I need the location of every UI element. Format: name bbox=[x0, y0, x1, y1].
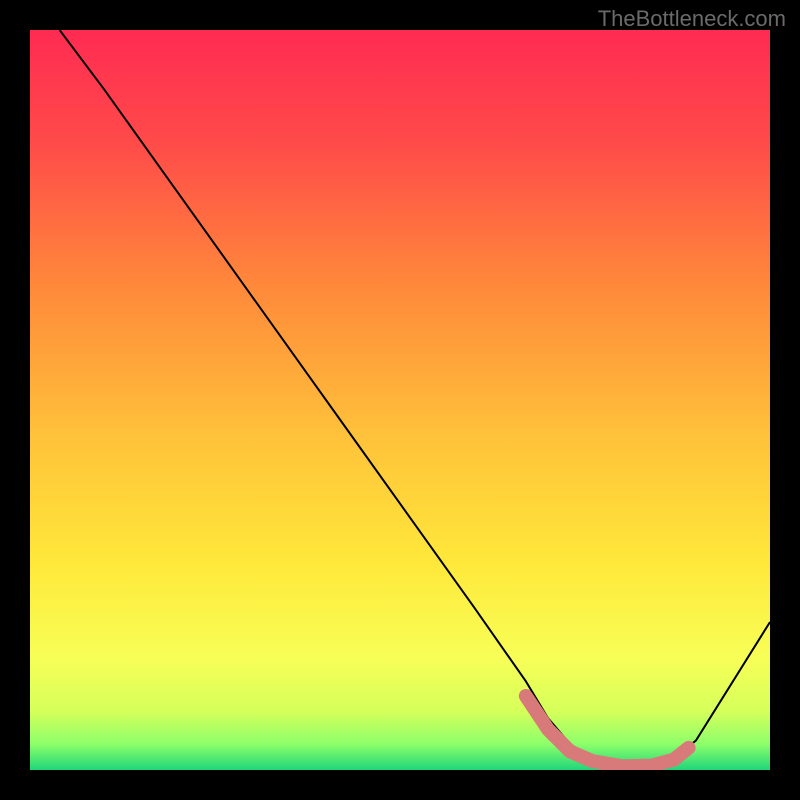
chart-container bbox=[30, 30, 770, 770]
bottleneck-chart bbox=[30, 30, 770, 770]
watermark-text: TheBottleneck.com bbox=[598, 6, 786, 32]
